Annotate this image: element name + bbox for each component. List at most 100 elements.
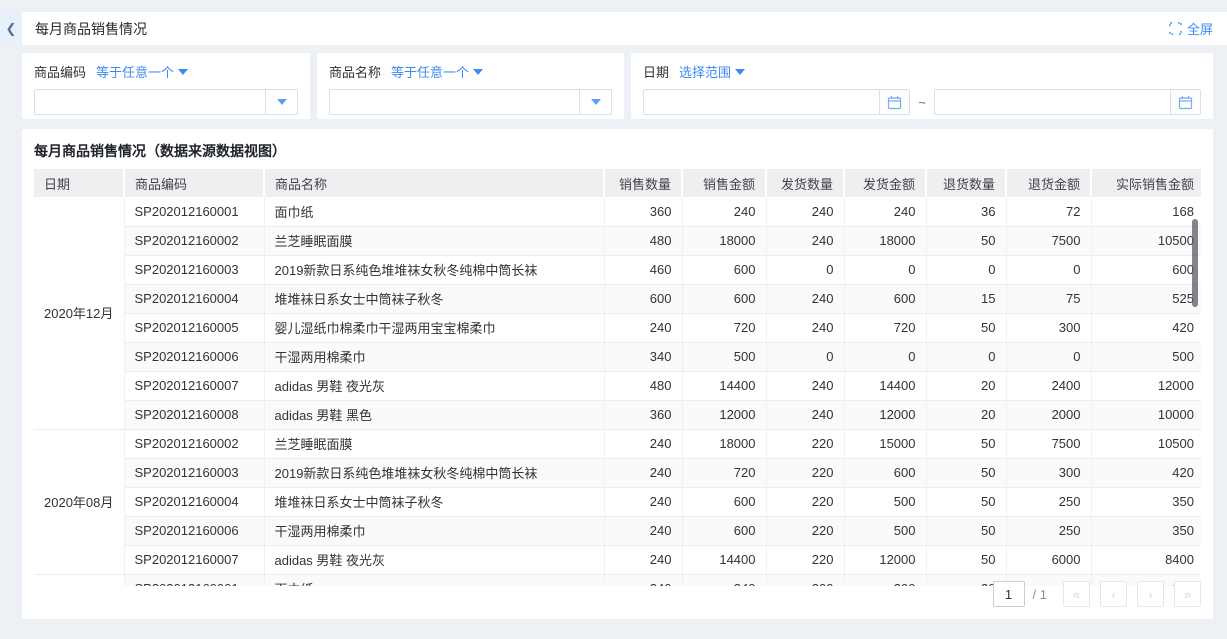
value-cell: 240 — [604, 516, 682, 545]
product-code-cell: SP202012160004 — [124, 284, 264, 313]
table-row: SP2020121600032019新款日系纯色堆堆袜女秋冬纯棉中筒长袜4606… — [34, 255, 1201, 284]
value-cell: 14400 — [682, 371, 766, 400]
table-title: 每月商品销售情况（数据来源数据视图） — [34, 141, 1201, 161]
date-group-cell: 2020年12月 — [34, 197, 124, 429]
product-name-operator[interactable]: 等于任意一个 — [391, 62, 483, 81]
value-cell: 600 — [1091, 255, 1201, 284]
date-to-input[interactable] — [934, 89, 1201, 115]
product-code-cell: SP202012160002 — [124, 429, 264, 458]
value-cell: 12000 — [844, 545, 926, 574]
value-cell: 2400 — [1006, 371, 1091, 400]
value-cell: 50 — [926, 429, 1006, 458]
double-chevron-left-icon: « — [1073, 587, 1080, 602]
value-cell: 240 — [766, 226, 844, 255]
value-cell: 36 — [926, 197, 1006, 226]
value-cell: 2000 — [1006, 400, 1091, 429]
value-cell: 480 — [604, 226, 682, 255]
page-number-input[interactable] — [993, 581, 1025, 607]
filter-date: 日期 选择范围 — [631, 53, 1213, 119]
col-header-product-name: 商品名称 — [264, 169, 604, 197]
table-row: 2020年12月SP202012160001面巾纸360240240240367… — [34, 197, 1201, 226]
value-cell: 600 — [682, 284, 766, 313]
double-chevron-right-icon: » — [1184, 587, 1191, 602]
value-cell: 360 — [604, 400, 682, 429]
value-cell: 500 — [844, 516, 926, 545]
value-cell: 72 — [1006, 197, 1091, 226]
value-cell: 200 — [766, 574, 844, 586]
value-cell: 168 — [1091, 197, 1201, 226]
table-row: SP202012160004堆堆袜日系女士中筒袜子秋冬2406002205005… — [34, 487, 1201, 516]
value-cell: 18000 — [844, 226, 926, 255]
calendar-icon-box — [879, 90, 909, 114]
product-name-cell: 兰芝睡眠面膜 — [264, 226, 604, 255]
last-page-button[interactable]: » — [1174, 581, 1201, 607]
value-cell: 240 — [766, 400, 844, 429]
col-header-date: 日期 — [34, 169, 124, 197]
table-header-row: 日期 商品编码 商品名称 销售数量 销售金额 发货数量 发货金额 退货数量 退货… — [34, 169, 1201, 197]
value-cell: 12000 — [1091, 371, 1201, 400]
value-cell: 480 — [604, 371, 682, 400]
product-name-select[interactable] — [329, 89, 612, 115]
value-cell: 420 — [1091, 458, 1201, 487]
chevron-down-icon — [473, 69, 483, 75]
chevron-down-icon — [735, 69, 745, 75]
value-cell: 220 — [766, 545, 844, 574]
first-page-button[interactable]: « — [1063, 581, 1090, 607]
back-button[interactable]: ❮ — [0, 12, 22, 45]
prev-page-button[interactable]: ‹ — [1100, 581, 1127, 607]
product-code-cell: SP202012160007 — [124, 371, 264, 400]
value-cell: 75 — [1006, 284, 1091, 313]
value-cell: 10500 — [1091, 226, 1201, 255]
fullscreen-button[interactable]: 全屏 — [1169, 12, 1213, 45]
value-cell: 600 — [682, 516, 766, 545]
value-cell: 420 — [1091, 313, 1201, 342]
filter-product-code: 商品编码 等于任意一个 — [22, 53, 310, 119]
date-from-input[interactable] — [643, 89, 910, 115]
value-cell: 720 — [682, 458, 766, 487]
value-cell: 600 — [682, 255, 766, 284]
value-cell: 240 — [766, 197, 844, 226]
date-operator[interactable]: 选择范围 — [679, 62, 745, 81]
product-name-cell: adidas 男鞋 夜光灰 — [264, 545, 604, 574]
top-bar: ❮ 每月商品销售情况 全屏 — [0, 12, 1227, 45]
vertical-scrollbar[interactable] — [1192, 219, 1198, 307]
date-group-cell: 2020年08月 — [34, 429, 124, 574]
value-cell: 240 — [844, 197, 926, 226]
value-cell: 18000 — [682, 226, 766, 255]
table-row: 2020年08月SP202012160002兰芝睡眠面膜240180002201… — [34, 429, 1201, 458]
value-cell: 0 — [844, 255, 926, 284]
table-row: SP202012160002兰芝睡眠面膜48018000240180005075… — [34, 226, 1201, 255]
value-cell: 600 — [844, 458, 926, 487]
value-cell: 0 — [926, 342, 1006, 371]
product-name-cell: 干湿两用棉柔巾 — [264, 342, 604, 371]
next-page-button[interactable]: › — [1137, 581, 1164, 607]
value-cell: 240 — [604, 487, 682, 516]
col-header-return-qty: 退货数量 — [926, 169, 1006, 197]
col-header-return-amount: 退货金额 — [1006, 169, 1091, 197]
value-cell: 50 — [926, 487, 1006, 516]
col-header-sales-amount: 销售金额 — [682, 169, 766, 197]
value-cell: 220 — [766, 429, 844, 458]
value-cell: 15000 — [844, 429, 926, 458]
chevron-down-icon — [277, 99, 287, 105]
product-code-cell: SP202012160002 — [124, 226, 264, 255]
value-cell: 7500 — [1006, 429, 1091, 458]
value-cell: 300 — [1006, 313, 1091, 342]
value-cell: 500 — [682, 342, 766, 371]
filter-product-name: 商品名称 等于任意一个 — [317, 53, 624, 119]
value-cell: 20 — [926, 400, 1006, 429]
value-cell: 15 — [926, 284, 1006, 313]
product-name-cell: 2019新款日系纯色堆堆袜女秋冬纯棉中筒长袜 — [264, 458, 604, 487]
chevron-down-icon — [178, 69, 188, 75]
product-code-cell: SP202012160004 — [124, 487, 264, 516]
product-name-cell: 婴儿湿纸巾棉柔巾干湿两用宝宝棉柔巾 — [264, 313, 604, 342]
product-code-operator[interactable]: 等于任意一个 — [96, 62, 188, 81]
value-cell: 0 — [844, 342, 926, 371]
value-cell: 250 — [1006, 516, 1091, 545]
value-cell: 240 — [604, 313, 682, 342]
value-cell: 50 — [926, 313, 1006, 342]
select-caret-box — [265, 90, 297, 114]
product-code-cell: SP202012160005 — [124, 313, 264, 342]
product-name-cell: adidas 男鞋 黑色 — [264, 400, 604, 429]
product-code-select[interactable] — [34, 89, 298, 115]
